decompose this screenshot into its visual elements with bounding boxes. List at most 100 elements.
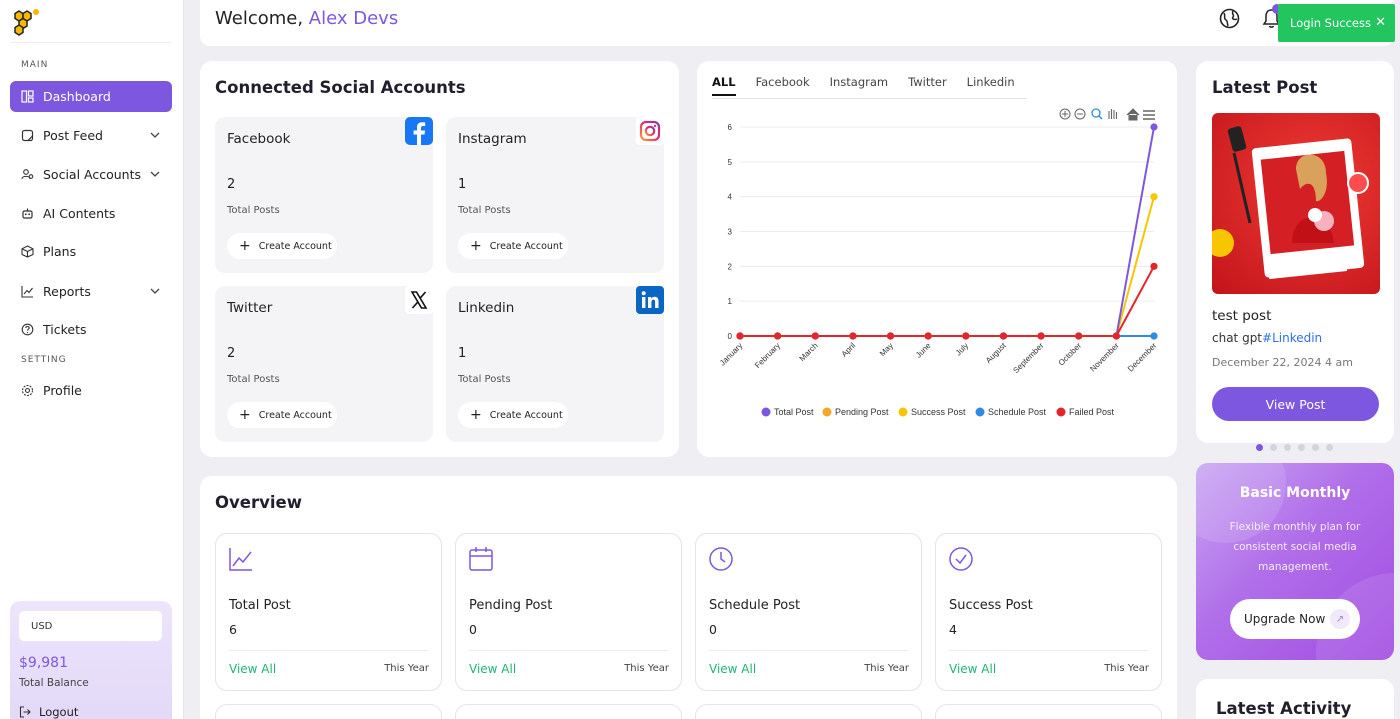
plus-icon: +	[470, 238, 482, 254]
chart-line-icon	[20, 285, 34, 299]
users-icon	[20, 168, 34, 182]
data-point	[1150, 262, 1158, 270]
overview-card-total-post: Total Post 6 View All This Year	[215, 533, 442, 691]
post-caption-text: chat gpt	[1212, 331, 1263, 345]
x-tick-label: June	[914, 341, 933, 360]
sidebar: MAIN Dashboard Post Feed Social Accounts…	[0, 0, 184, 719]
sidebar-item-tickets[interactable]: Tickets	[10, 314, 172, 345]
view-all-link[interactable]: View All	[229, 662, 276, 676]
plan-title: Basic Monthly	[1239, 485, 1351, 501]
logout-button[interactable]: Logout	[19, 705, 78, 719]
close-icon[interactable]: ✕	[1375, 15, 1386, 30]
upgrade-now-button[interactable]: Upgrade Now ↗	[1230, 599, 1360, 639]
logout-icon	[19, 706, 31, 718]
social-card-linkedin: Linkedin 1 Total Posts + Create Account	[446, 286, 664, 442]
carousel-dot[interactable]	[1270, 444, 1277, 451]
sidebar-item-ai-contents[interactable]: AI Contents	[10, 198, 172, 229]
post-caption-hashtag[interactable]: #Linkedin	[1262, 331, 1322, 345]
create-account-label: Create Account	[258, 240, 332, 252]
section-label-setting: SETTING	[21, 355, 67, 365]
view-all-link[interactable]: View All	[469, 662, 516, 676]
chart-legend[interactable]: Total Post Pending Post Success Post Schedu…	[761, 407, 1115, 417]
view-post-button[interactable]: View Post	[1212, 387, 1379, 421]
social-card-twitter: Twitter 2 Total Posts + Create Account	[215, 286, 433, 442]
carousel-dot[interactable]	[1312, 444, 1319, 451]
instagram-icon[interactable]	[636, 117, 664, 145]
overview-value: 4	[949, 622, 957, 637]
post-image[interactable]	[1212, 113, 1380, 294]
balance-amount: $9,981	[19, 655, 68, 671]
plan-description: Flexible monthly plan for consistent soc…	[1229, 521, 1361, 573]
plus-icon: +	[470, 407, 482, 423]
sidebar-item-plans[interactable]: Plans	[10, 236, 172, 267]
pan-hand-icon[interactable]	[1108, 109, 1118, 119]
globe-icon[interactable]	[1219, 8, 1240, 29]
account-post-count: 1	[458, 177, 467, 192]
latest-activity-title: Latest Activity	[1216, 699, 1352, 718]
home-icon[interactable]	[1126, 108, 1140, 121]
zoom-in-icon[interactable]	[1059, 108, 1071, 120]
post-title: test post	[1212, 308, 1272, 324]
create-account-button[interactable]: + Create Account	[458, 402, 568, 428]
overview-name: Schedule Post	[709, 598, 801, 613]
carousel-dot[interactable]	[1298, 444, 1305, 451]
overview-card-success-post: Success Post 4 View All This Year	[935, 533, 1162, 691]
overview-value: 0	[709, 622, 717, 637]
sidebar-item-social-accounts[interactable]: Social Accounts	[10, 159, 172, 190]
section-label-main: MAIN	[21, 60, 49, 70]
account-name: Linkedin	[458, 300, 515, 316]
x-tick-label: July	[954, 341, 970, 357]
calendar-icon	[469, 547, 493, 571]
carousel-dot[interactable]	[1284, 444, 1291, 451]
chevron-down-icon[interactable]	[150, 130, 160, 140]
x-tick-label: October	[1057, 341, 1084, 368]
view-all-link[interactable]: View All	[709, 662, 756, 676]
logo-hexagon-icon[interactable]	[10, 6, 40, 36]
social-accounts-title: Connected Social Accounts	[215, 78, 466, 97]
create-account-label: Create Account	[489, 409, 563, 421]
arrow-up-right-icon: ↗	[1330, 609, 1350, 629]
data-point	[736, 332, 744, 340]
legend-marker	[761, 407, 771, 417]
create-account-button[interactable]: + Create Account	[227, 402, 337, 428]
magnifier-icon[interactable]	[1091, 108, 1103, 120]
x-tick-label: December	[1126, 341, 1159, 374]
carousel-dot[interactable]	[1326, 444, 1333, 451]
linkedin-icon[interactable]	[636, 286, 664, 314]
post-caption: chat gpt#Linkedin	[1212, 331, 1322, 345]
view-all-link[interactable]: View All	[949, 662, 996, 676]
y-tick-label: 6	[728, 123, 733, 132]
account-name: Instagram	[458, 131, 527, 147]
legend-marker	[1056, 407, 1066, 417]
plus-icon: +	[239, 407, 251, 423]
posts-line-chart: 0 1 2 3 4 5 6 January February March April May June…	[718, 108, 1159, 417]
create-account-label: Create Account	[489, 240, 563, 252]
create-account-button[interactable]: + Create Account	[227, 233, 337, 259]
overview-name: Total Post	[229, 598, 291, 613]
overview-divider	[949, 650, 1148, 651]
chevron-down-icon[interactable]	[150, 286, 160, 296]
gear-icon	[20, 384, 34, 398]
x-icon[interactable]	[405, 286, 433, 314]
legend-label: Success Post	[911, 407, 966, 417]
sidebar-item-profile[interactable]: Profile	[10, 375, 172, 406]
data-point	[811, 332, 819, 340]
chevron-down-icon[interactable]	[150, 169, 160, 179]
currency-select[interactable]: USD	[19, 611, 162, 641]
post-feed-icon	[20, 129, 34, 143]
sidebar-item-reports[interactable]: Reports	[10, 276, 172, 307]
x-tick-label: November	[1088, 341, 1121, 374]
menu-icon[interactable]	[1143, 110, 1155, 120]
overview-divider	[229, 650, 428, 651]
sidebar-item-dashboard[interactable]: Dashboard	[10, 81, 172, 112]
sidebar-item-post-feed[interactable]: Post Feed	[10, 120, 172, 151]
overview-card-partial	[215, 704, 442, 719]
create-account-button[interactable]: + Create Account	[458, 233, 568, 259]
balance-card: USD $9,981 Total Balance Logout	[10, 601, 172, 719]
x-tick-label: February	[753, 341, 782, 370]
chart-line-icon	[229, 548, 252, 571]
facebook-icon[interactable]	[405, 117, 433, 145]
carousel-dot[interactable]	[1256, 444, 1263, 451]
data-point	[1112, 332, 1120, 340]
zoom-out-icon[interactable]	[1074, 108, 1086, 120]
